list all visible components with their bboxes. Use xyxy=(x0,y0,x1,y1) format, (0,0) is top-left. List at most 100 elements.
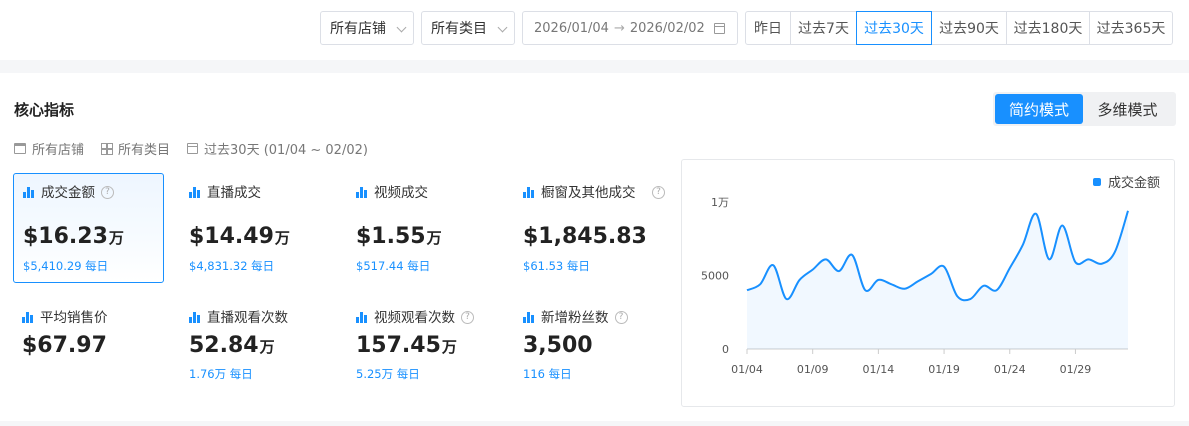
date-range-picker[interactable]: 2026/01/04 → 2026/02/02 xyxy=(522,11,738,45)
data-point xyxy=(942,265,946,269)
bar-chart-icon xyxy=(22,312,34,323)
panel-title: 核心指标 xyxy=(14,101,75,119)
x-tick-label: 01/04 xyxy=(731,363,763,376)
metric-value-row: 3,500 xyxy=(523,333,593,358)
summary-shop: 所有店铺 xyxy=(14,139,84,158)
data-point xyxy=(890,282,894,286)
metric-card[interactable]: 橱窗及其他成交? $1,845.83 $61.53 每日 xyxy=(514,174,665,284)
range-button[interactable]: 过去180天 xyxy=(1006,11,1090,45)
metric-value: 157.45 xyxy=(356,333,441,358)
data-point xyxy=(758,282,762,286)
metric-value: $1,845.83 xyxy=(523,224,647,249)
metric-value-row: $16.23万 xyxy=(23,224,124,249)
data-point xyxy=(1100,262,1104,266)
metric-daily-average: $5,410.29 每日 xyxy=(23,259,109,273)
chart-legend[interactable]: 成交金额 xyxy=(1092,172,1160,191)
metric-label-row: 成交金额? xyxy=(23,184,173,202)
metric-unit: 万 xyxy=(259,338,275,356)
summary-category: 所有类目 xyxy=(101,139,170,158)
x-tick-label: 01/19 xyxy=(928,363,960,376)
data-point xyxy=(981,284,985,288)
bar-chart-icon xyxy=(189,312,201,323)
metric-value-row: 157.45万 xyxy=(356,333,457,358)
metric-value: $14.49 xyxy=(189,224,274,249)
data-point xyxy=(916,279,920,283)
legend-marker xyxy=(1092,177,1101,186)
metric-unit: 万 xyxy=(426,229,442,247)
category-select[interactable]: 所有类目 xyxy=(421,11,515,45)
help-icon[interactable]: ? xyxy=(101,186,114,199)
metric-card[interactable]: 平均销售价 $67.97 xyxy=(13,299,164,409)
category-grid-icon xyxy=(101,143,112,155)
metric-value-row: 52.84万 xyxy=(189,333,275,358)
chevron-down-icon xyxy=(497,22,508,33)
metric-card[interactable]: 视频成交 $1.55万 $517.44 每日 xyxy=(347,174,498,284)
metric-daily-average: 5.25万 每日 xyxy=(356,367,420,381)
date-start[interactable]: 2026/01/04 xyxy=(534,21,609,36)
metric-label: 视频成交 xyxy=(374,185,428,201)
date-end[interactable]: 2026/02/02 xyxy=(630,21,705,36)
metric-label: 成交金额 xyxy=(41,185,95,201)
data-point xyxy=(824,257,828,261)
filter-bar: 所有店铺 所有类目 2026/01/04 → 2026/02/02 昨日 过去7天… xyxy=(0,0,1189,60)
data-point xyxy=(771,263,775,267)
metric-unit: 万 xyxy=(108,229,124,247)
metric-card[interactable]: 新增粉丝数? 3,500 116 每日 xyxy=(514,299,664,409)
summary-period: 过去30天 (01/04 ~ 02/02) xyxy=(187,139,368,158)
x-tick-label: 01/09 xyxy=(797,363,829,376)
data-point xyxy=(811,268,815,272)
range-button[interactable]: 过去365天 xyxy=(1089,11,1173,45)
metric-value: 52.84 xyxy=(189,333,259,358)
y-tick-label: 5000 xyxy=(701,270,729,283)
x-tick-label: 01/14 xyxy=(863,363,895,376)
bar-chart-icon xyxy=(356,187,368,198)
series-area xyxy=(747,210,1128,349)
data-point xyxy=(784,297,788,301)
core-metrics-panel: 核心指标 简约模式 多维模式 所有店铺 所有类目 过去30天 (01/04 ~ … xyxy=(0,73,1189,421)
metric-label-row: 直播观看次数 xyxy=(189,309,339,327)
help-icon[interactable]: ? xyxy=(461,311,474,324)
metric-value-row: $14.49万 xyxy=(189,224,290,249)
metric-label: 新增粉丝数 xyxy=(541,310,609,326)
range-button[interactable]: 昨日 xyxy=(745,11,791,45)
metric-card[interactable]: 直播观看次数 52.84万 1.76万 每日 xyxy=(180,299,331,409)
multi-dimension-mode-button[interactable]: 多维模式 xyxy=(1083,94,1172,124)
range-button[interactable]: 过去90天 xyxy=(931,11,1007,45)
metric-value: 3,500 xyxy=(523,333,593,358)
date-range-arrow: → xyxy=(613,20,625,36)
metric-label-row: 橱窗及其他成交? xyxy=(523,184,673,202)
shop-select[interactable]: 所有店铺 xyxy=(320,11,414,45)
help-icon[interactable]: ? xyxy=(652,186,665,199)
data-point xyxy=(955,294,959,298)
range-button[interactable]: 过去7天 xyxy=(790,11,857,45)
metric-card[interactable]: 视频观看次数? 157.45万 5.25万 每日 xyxy=(347,299,498,409)
metric-value-row: $67.97 xyxy=(22,333,107,358)
metric-daily-average: $517.44 每日 xyxy=(356,259,431,273)
metric-value-row: $1.55万 xyxy=(356,224,442,249)
data-point xyxy=(903,287,907,291)
summary-shop-label: 所有店铺 xyxy=(32,143,85,158)
data-point xyxy=(745,288,749,292)
metric-card[interactable]: 直播成交 $14.49万 $4,831.32 每日 xyxy=(180,174,331,284)
metric-daily-average: $61.53 每日 xyxy=(523,259,590,273)
metric-daily-average: 116 每日 xyxy=(523,367,572,381)
metric-unit: 万 xyxy=(274,229,290,247)
metric-label: 视频观看次数 xyxy=(374,310,455,326)
metric-value-row: $1,845.83 xyxy=(523,224,647,249)
y-tick-label: 0 xyxy=(722,343,729,356)
data-point xyxy=(1021,243,1025,247)
metric-unit: 万 xyxy=(441,338,457,356)
help-icon[interactable]: ? xyxy=(614,311,628,324)
shop-select-value: 所有店铺 xyxy=(330,21,386,37)
data-point xyxy=(1034,212,1038,216)
data-point xyxy=(929,272,933,276)
range-button[interactable]: 过去30天 xyxy=(856,11,932,45)
x-tick-label: 01/29 xyxy=(1060,363,1092,376)
data-point xyxy=(1047,257,1051,261)
data-point xyxy=(1126,209,1130,213)
data-point xyxy=(876,278,880,282)
shop-icon xyxy=(14,143,26,154)
metric-card[interactable]: 成交金额? $16.23万 $5,410.29 每日 xyxy=(13,173,164,283)
bar-chart-icon xyxy=(523,187,535,198)
simple-mode-button[interactable]: 简约模式 xyxy=(995,94,1083,124)
